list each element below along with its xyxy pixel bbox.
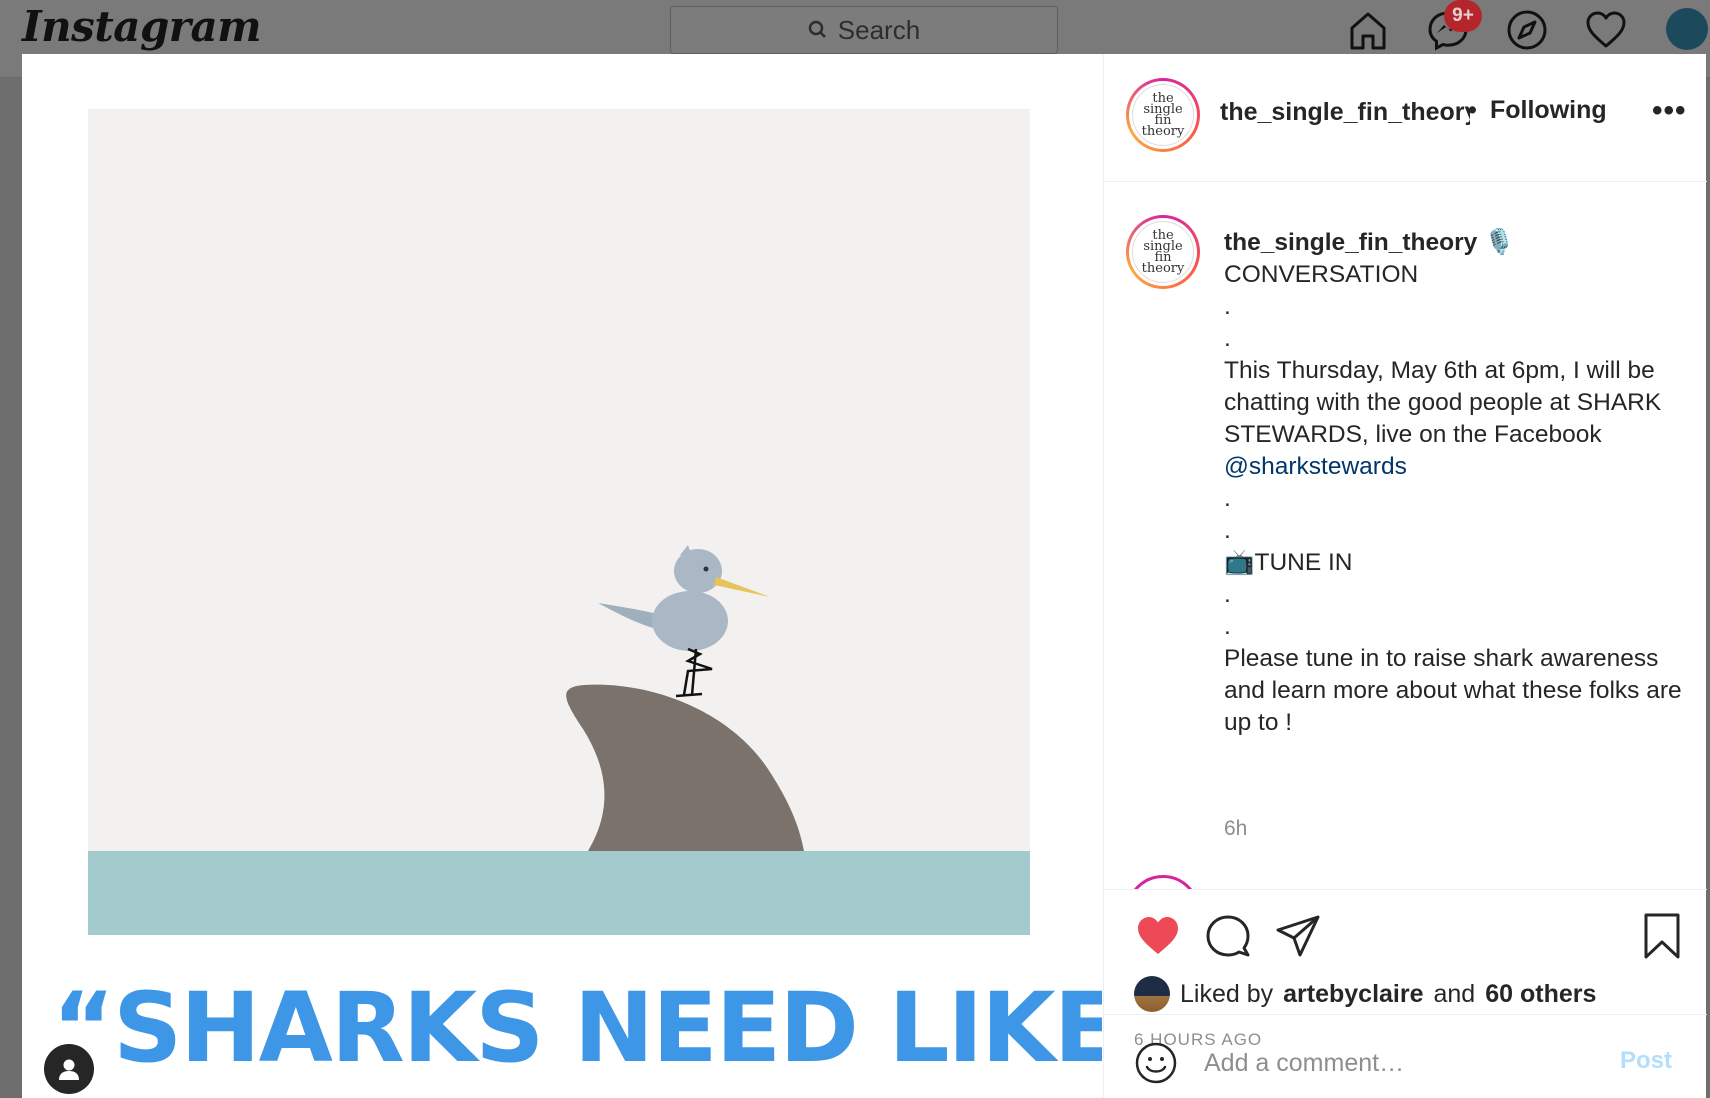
post-image[interactable]	[88, 109, 1030, 935]
messages-badge: 9+	[1444, 0, 1482, 32]
microphone-icon: 🎙️	[1484, 229, 1515, 256]
home-icon[interactable]	[1346, 8, 1390, 52]
caption-line: Please tune in to raise shark awareness …	[1224, 645, 1682, 736]
caption-username[interactable]: the_single_fin_theory	[1224, 229, 1477, 256]
next-comment-avatar[interactable]	[1126, 875, 1200, 889]
following-button[interactable]: Following	[1490, 96, 1607, 125]
share-icon[interactable]	[1274, 912, 1322, 960]
comment-input[interactable]	[1204, 1043, 1584, 1083]
caption-line: .	[1224, 517, 1231, 544]
caption-line: This Thursday, May 6th at 6pm, I will be…	[1224, 357, 1662, 448]
avatar-ring-inner: the single fin theory	[1129, 218, 1197, 286]
caption-line: .	[1224, 613, 1231, 640]
post-sidebar: the single fin theory the_single_fin_the…	[1103, 54, 1707, 1098]
avatar-logo-text: the single fin theory	[1132, 221, 1194, 283]
caption-paragraph: This Thursday, May 6th at 6pm, I will be…	[1224, 355, 1684, 483]
liker-username[interactable]: artebyclaire	[1283, 980, 1423, 1009]
likes-prefix: Liked by	[1180, 979, 1274, 1008]
comment-section: Post	[1104, 1014, 1707, 1098]
caption-line: .	[1224, 581, 1231, 608]
explore-icon[interactable]	[1505, 8, 1549, 52]
caption-time[interactable]: 6h	[1224, 817, 1247, 841]
comment-icon[interactable]	[1204, 912, 1252, 960]
save-bookmark-icon[interactable]	[1638, 912, 1686, 960]
caption-line: .	[1224, 485, 1231, 512]
emoji-icon[interactable]	[1134, 1041, 1178, 1085]
profile-avatar[interactable]	[1666, 8, 1708, 50]
likes-others-link[interactable]: 60 others	[1485, 980, 1596, 1009]
caption-text: the_single_fin_theory 🎙️ CONVERSATION . …	[1224, 227, 1684, 739]
post-comment-button[interactable]: Post	[1620, 1047, 1672, 1075]
caption-author-avatar[interactable]: the single fin theory	[1126, 215, 1200, 289]
likes-summary: Liked by artebyclaire and 60 others	[1134, 976, 1596, 1012]
separator-dot: •	[1468, 96, 1477, 124]
post-modal: “SHARKS NEED LIKES” the single fin theor…	[22, 54, 1707, 1098]
mention-link[interactable]: @sharkstewards	[1224, 453, 1407, 480]
caption-line: .	[1224, 293, 1231, 320]
post-header: the single fin theory the_single_fin_the…	[1104, 54, 1707, 182]
post-media: “SHARKS NEED LIKES”	[22, 54, 1102, 1098]
caption-line: .	[1224, 325, 1231, 352]
author-username[interactable]: the_single_fin_theory	[1220, 98, 1470, 127]
more-options-icon[interactable]: •••	[1652, 94, 1687, 128]
like-heart-icon[interactable]	[1134, 912, 1182, 960]
caption-first-line: the_single_fin_theory 🎙️	[1224, 227, 1684, 259]
liker-avatar[interactable]	[1134, 976, 1170, 1012]
caption-line: CONVERSATION	[1224, 261, 1419, 288]
heart-icon[interactable]	[1584, 8, 1628, 52]
tagged-users-button[interactable]	[44, 1044, 94, 1094]
caption-line: 📺TUNE IN	[1224, 549, 1353, 576]
avatar-logo-text: the single fin theory	[1132, 84, 1194, 146]
author-avatar[interactable]: the single fin theory	[1126, 78, 1200, 152]
likes-and: and	[1433, 979, 1476, 1008]
caption-section: the single fin theory the_single_fin_the…	[1104, 183, 1707, 889]
poster-caption: “SHARKS NEED LIKES”	[52, 972, 1102, 1084]
user-icon	[59, 1059, 79, 1080]
avatar-ring-inner: the single fin theory	[1129, 81, 1197, 149]
